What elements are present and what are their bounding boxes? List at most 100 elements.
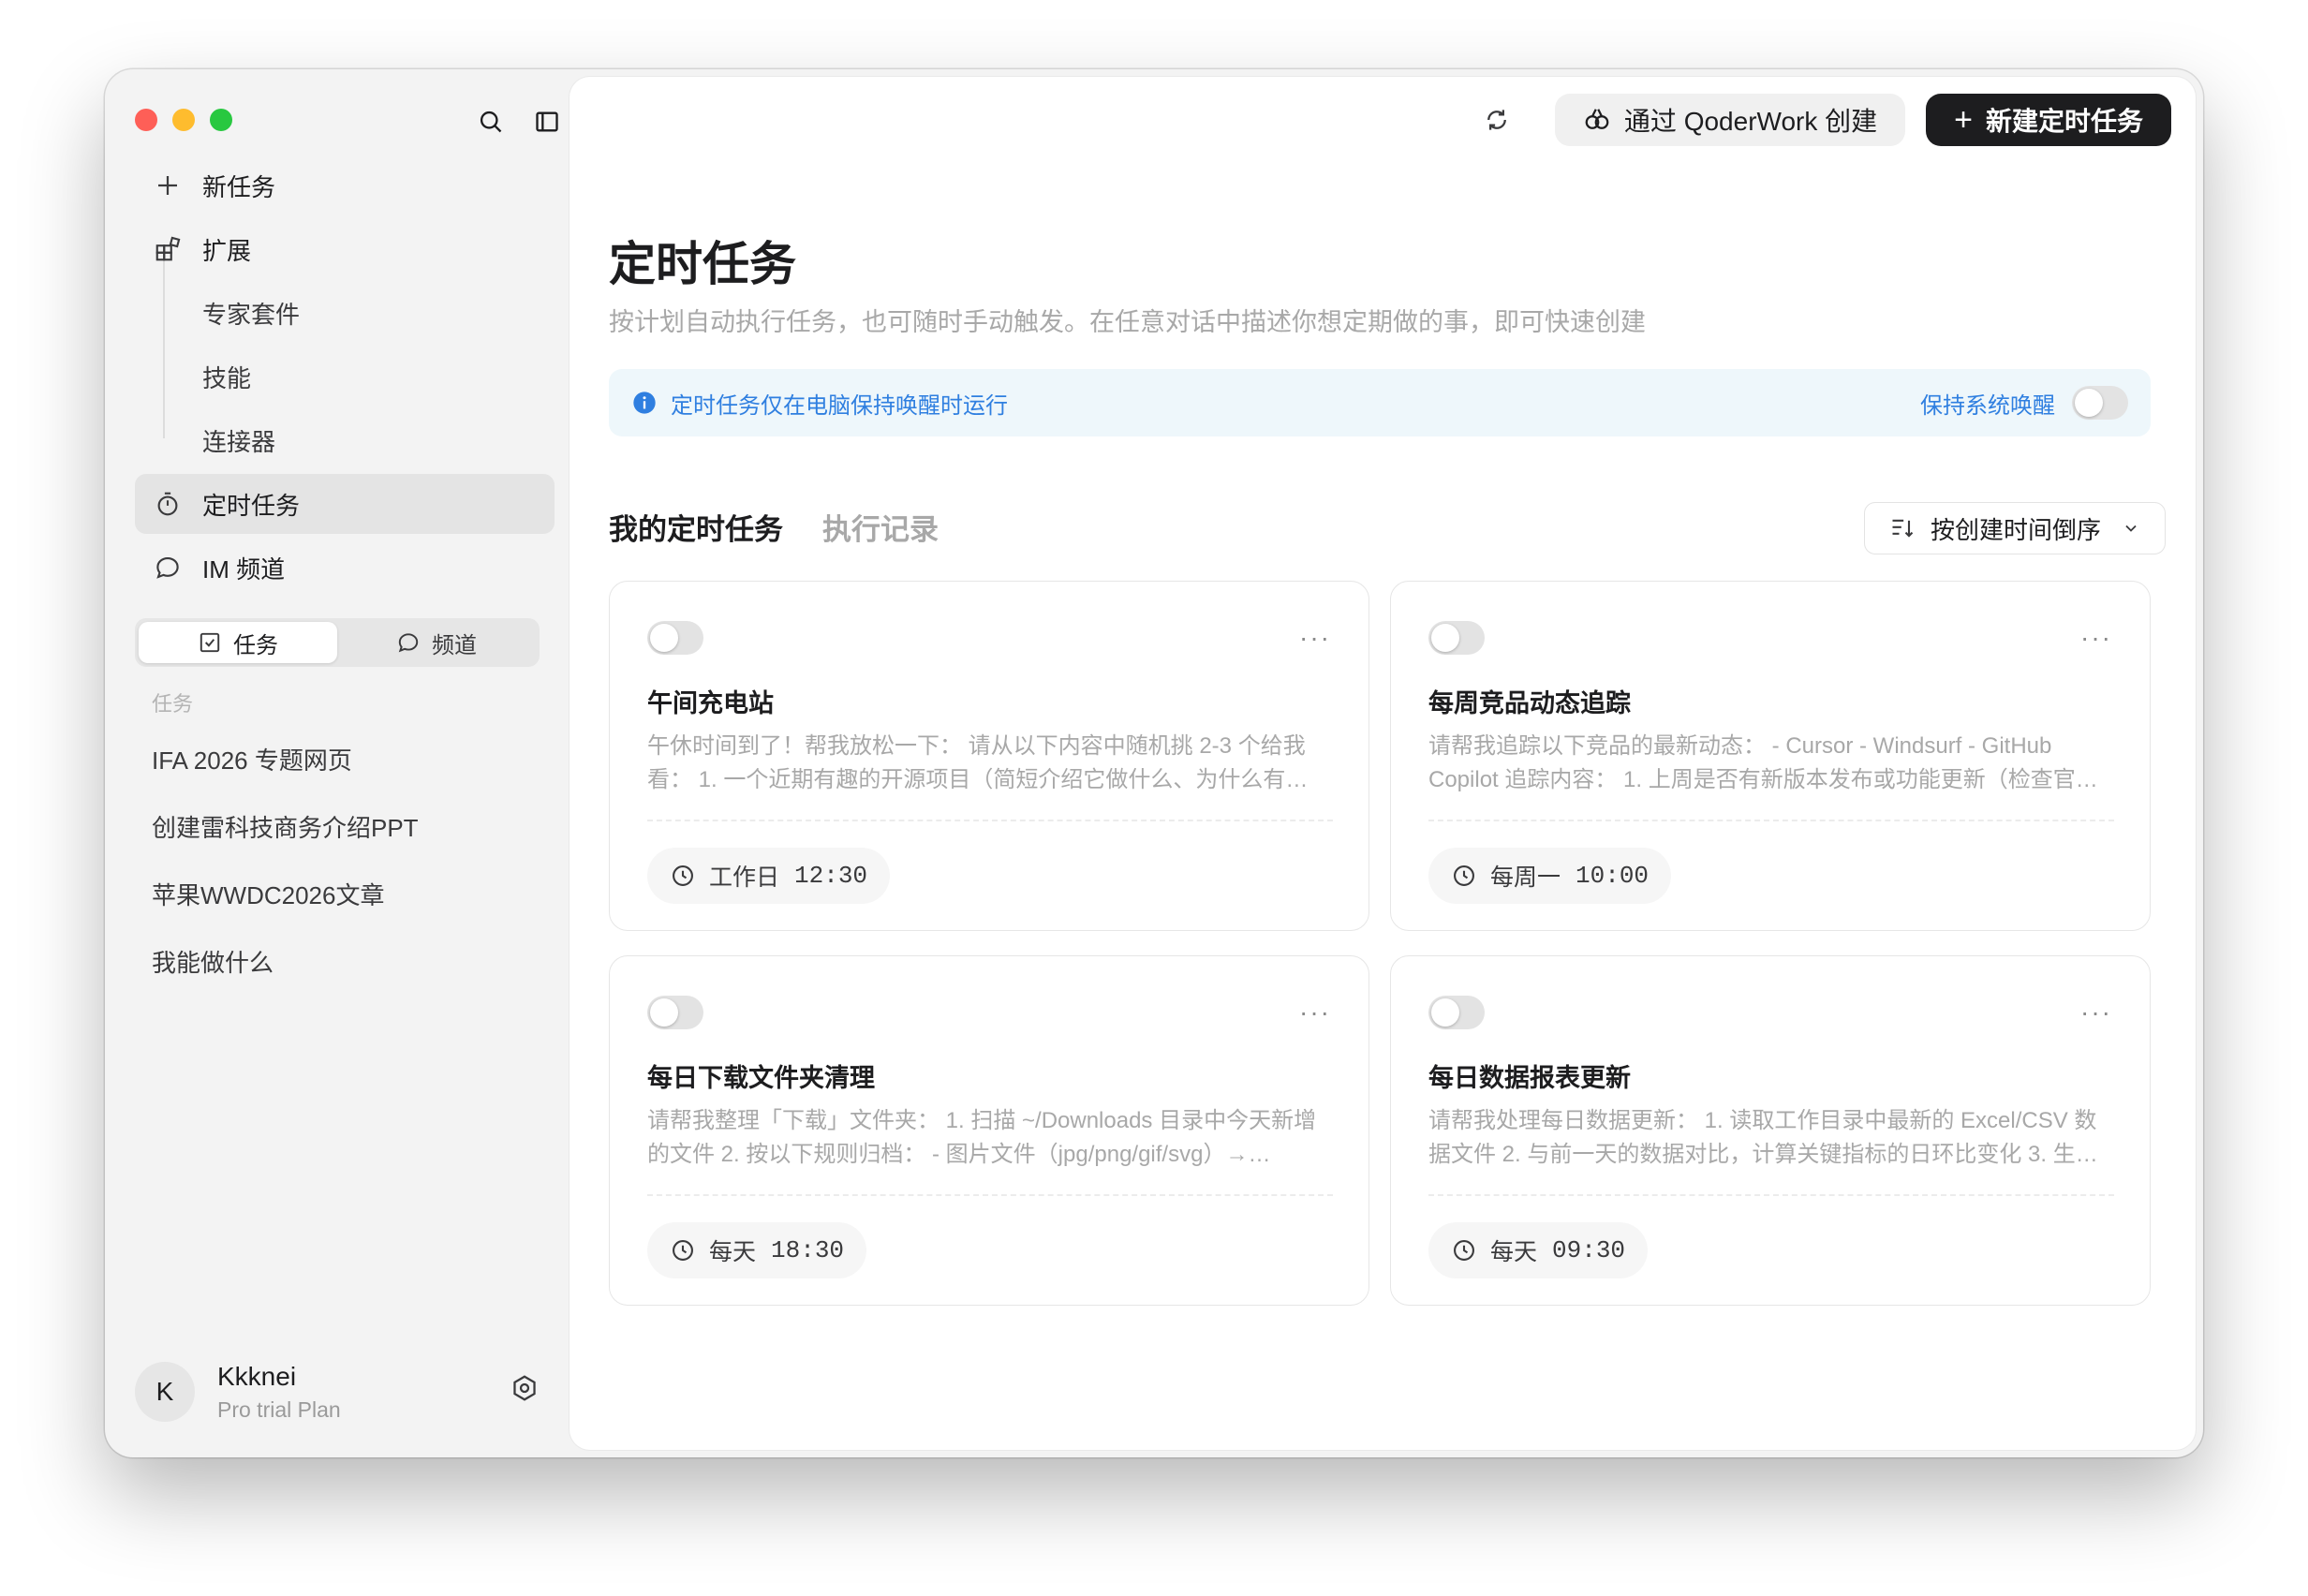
chat-bubble-icon — [398, 633, 419, 653]
task-description: 午休时间到了！帮我放松一下： 请从以下内容中随机挑 2-3 个给我看： 1. 一… — [647, 733, 1309, 792]
sidebar-item-extensions[interactable]: 扩展 — [135, 219, 555, 279]
sidebar-item-label: IM 频道 — [202, 554, 286, 584]
window-controls — [135, 109, 232, 131]
minimize-window-button[interactable] — [172, 109, 195, 131]
user-name: Kkknei — [217, 1361, 297, 1391]
user-profile[interactable]: K Kkknei Pro trial Plan — [135, 1354, 547, 1429]
schedule-time: 18:30 — [771, 1236, 845, 1264]
plus-icon: + — [1954, 102, 1973, 138]
task-description: 请帮我追踪以下竞品的最新动态： - Cursor - Windsurf - Gi… — [1428, 733, 2098, 792]
segment-tasks[interactable]: 任务 — [139, 622, 337, 663]
tab-my-scheduled[interactable]: 我的定时任务 — [609, 506, 783, 548]
task-list: IFA 2026 专题网页 创建雷科技商务介绍PPT 苹果WWDC2026文章 … — [152, 725, 545, 995]
keep-awake-toggle[interactable] — [2072, 386, 2128, 420]
list-item[interactable]: 苹果WWDC2026文章 — [152, 860, 545, 927]
list-item[interactable]: 我能做什么 — [152, 927, 545, 995]
settings-button[interactable] — [510, 1373, 540, 1408]
schedule-time: 10:00 — [1576, 862, 1650, 890]
task-description: 请帮我整理「下载」文件夹： 1. 扫描 ~/Downloads 目录中今天新增的… — [647, 1108, 1317, 1167]
task-enable-toggle[interactable] — [1428, 996, 1485, 1029]
maximize-window-button[interactable] — [210, 109, 232, 131]
schedule-badge: 每周一 10:00 — [1428, 848, 1672, 904]
gear-icon — [513, 1375, 536, 1401]
task-title: 午间充电站 — [647, 689, 774, 717]
create-via-qoderwork-button[interactable]: 通过 QoderWork 创建 — [1554, 94, 1906, 146]
divider — [647, 820, 1333, 821]
page-subtitle: 按计划自动执行任务，也可随时手动触发。在任意对话中描述你想定期做的事，即可快速创… — [609, 308, 1646, 336]
task-title: 每周竞品动态追踪 — [1428, 689, 1631, 717]
tab-history[interactable]: 执行记录 — [822, 506, 939, 548]
task-enable-toggle[interactable] — [1428, 621, 1485, 655]
sidebar-item-im-channel[interactable]: IM 频道 — [135, 538, 555, 598]
task-description: 请帮我处理每日数据更新： 1. 读取工作目录中最新的 Excel/CSV 数据文… — [1428, 1108, 2098, 1167]
schedule-badge: 每天 09:30 — [1428, 1222, 1649, 1278]
sort-label: 按创建时间倒序 — [1930, 515, 2101, 544]
clock-icon — [1454, 1240, 1474, 1261]
sidebar-item-connectors[interactable]: 连接器 — [135, 410, 555, 470]
sidebar-segmented-control: 任务 频道 — [135, 618, 540, 667]
sidebar-item-label: 新任务 — [202, 172, 276, 201]
sort-dropdown[interactable]: 按创建时间倒序 — [1863, 502, 2166, 554]
sidebar-item-new-task[interactable]: 新任务 — [135, 155, 555, 215]
sidebar-item-label: 定时任务 — [202, 491, 301, 520]
tabs: 我的定时任务 执行记录 — [609, 506, 978, 548]
qoderwork-logo-icon — [1585, 109, 1609, 129]
segment-label: 频道 — [432, 632, 477, 658]
sidebar-item-label: 技能 — [202, 363, 252, 392]
page-title: 定时任务 — [609, 238, 796, 290]
avatar: K — [135, 1362, 195, 1422]
task-card[interactable]: ··· 每日下载文件夹清理 请帮我整理「下载」文件夹： 1. 扫描 ~/Down… — [609, 955, 1369, 1306]
keep-awake-label: 保持系统唤醒 — [1920, 392, 2055, 419]
more-menu-button[interactable]: ··· — [1299, 998, 1331, 1027]
clock-icon — [673, 865, 693, 886]
sidebar-item-label: 扩展 — [202, 236, 252, 265]
clock-icon — [673, 1240, 693, 1261]
app-window: 新任务 扩展 专家套件 技能 连接器 定时任务 IM 频道 任务 频道 任务 I… — [105, 69, 2203, 1457]
sidebar-item-skills[interactable]: 技能 — [135, 347, 555, 406]
more-menu-button[interactable]: ··· — [2080, 623, 2112, 653]
new-scheduled-task-button[interactable]: + 新建定时任务 — [1926, 94, 2171, 146]
segment-label: 任务 — [233, 632, 278, 658]
toggle-sidebar-button[interactable] — [528, 103, 566, 140]
schedule-day: 每天 — [709, 1239, 757, 1265]
task-enable-toggle[interactable] — [647, 996, 703, 1029]
divider — [1428, 820, 2114, 821]
task-card[interactable]: ··· 每周竞品动态追踪 请帮我追踪以下竞品的最新动态： - Cursor - … — [1390, 581, 2151, 931]
schedule-day: 工作日 — [709, 864, 780, 891]
refresh-button[interactable] — [1471, 94, 1523, 146]
clock-icon — [1454, 865, 1474, 886]
plus-icon — [152, 170, 184, 201]
schedule-day: 每天 — [1490, 1239, 1538, 1265]
sidebar-item-scheduled-tasks[interactable]: 定时任务 — [135, 474, 555, 534]
sidebar-item-label: 连接器 — [202, 427, 276, 456]
chevron-down-icon — [2125, 525, 2137, 532]
refresh-icon — [1487, 110, 1506, 130]
list-item[interactable]: 创建雷科技商务介绍PPT — [152, 792, 545, 860]
divider — [1428, 1194, 2114, 1196]
checkbox-icon — [200, 632, 220, 653]
sidebar-nav: 新任务 扩展 专家套件 技能 连接器 定时任务 IM 频道 — [135, 155, 555, 601]
sidebar-toggle-icon — [536, 111, 558, 132]
section-label-tasks: 任务 — [152, 692, 194, 716]
info-icon — [633, 392, 656, 414]
task-enable-toggle[interactable] — [647, 621, 703, 655]
more-menu-button[interactable]: ··· — [1299, 623, 1331, 653]
top-toolbar: 通过 QoderWork 创建 + 新建定时任务 — [1471, 94, 2171, 146]
user-plan: Pro trial Plan — [217, 1396, 341, 1422]
search-icon — [480, 111, 502, 133]
sidebar-item-expert-kit[interactable]: 专家套件 — [135, 283, 555, 343]
segment-channels[interactable]: 频道 — [337, 622, 536, 663]
button-label: 新建定时任务 — [1985, 107, 2143, 136]
divider — [647, 1194, 1333, 1196]
task-card[interactable]: ··· 午间充电站 午休时间到了！帮我放松一下： 请从以下内容中随机挑 2-3 … — [609, 581, 1369, 931]
search-button[interactable] — [472, 103, 510, 140]
sort-icon — [1892, 519, 1914, 538]
task-title: 每日下载文件夹清理 — [647, 1064, 875, 1092]
close-window-button[interactable] — [135, 109, 157, 131]
chat-bubble-icon — [152, 552, 184, 584]
task-card[interactable]: ··· 每日数据报表更新 请帮我处理每日数据更新： 1. 读取工作目录中最新的 … — [1390, 955, 2151, 1306]
more-menu-button[interactable]: ··· — [2080, 998, 2112, 1027]
sidebar: 新任务 扩展 专家套件 技能 连接器 定时任务 IM 频道 任务 频道 任务 I… — [105, 69, 570, 1457]
list-item[interactable]: IFA 2026 专题网页 — [152, 725, 545, 792]
info-banner: 定时任务仅在电脑保持唤醒时运行 保持系统唤醒 — [609, 369, 2151, 436]
